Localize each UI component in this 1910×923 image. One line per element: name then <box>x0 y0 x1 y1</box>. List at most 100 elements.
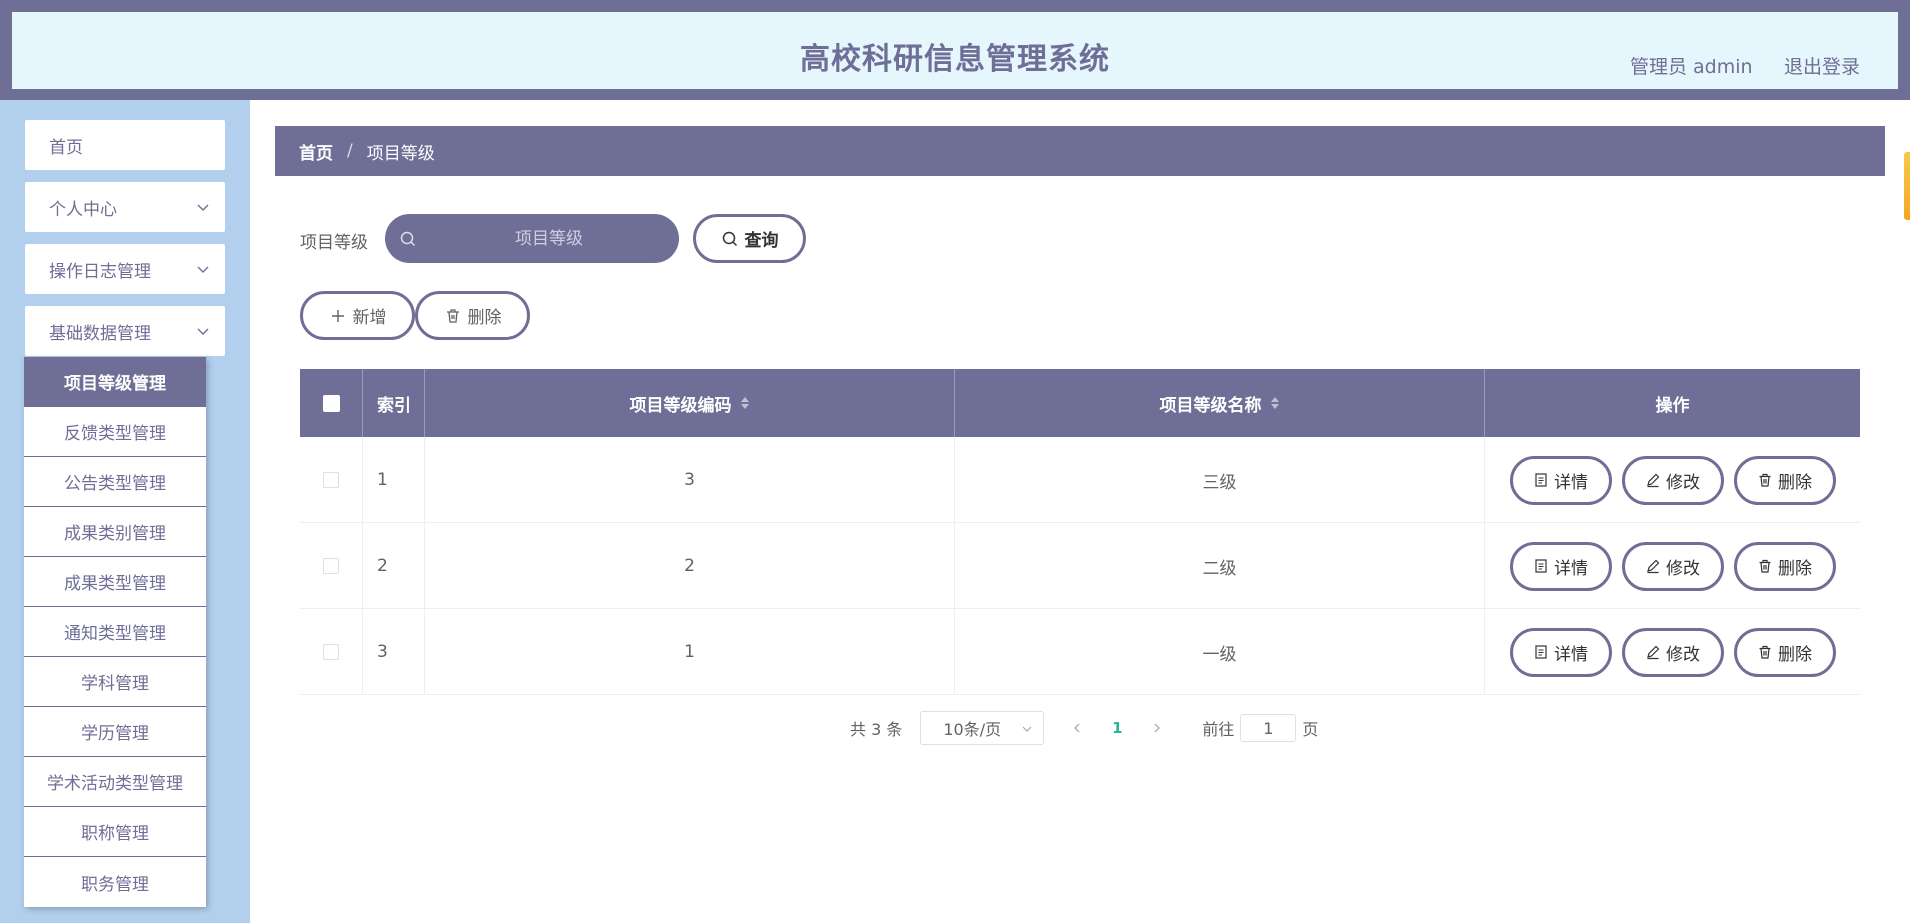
table-row: 2 2 二级 详情 修改 删除 <box>300 523 1860 609</box>
sidebar-item-label: 首页 <box>49 137 83 158</box>
cell-index: 3 <box>363 609 425 695</box>
document-icon <box>1535 559 1547 573</box>
breadcrumb-current: 项目等级 <box>366 143 435 164</box>
prev-page-button[interactable] <box>1062 713 1092 743</box>
page-size-select[interactable]: 10条/页 <box>920 711 1045 745</box>
row-checkbox[interactable] <box>323 472 339 488</box>
page-suffix: 页 <box>1302 720 1319 739</box>
detail-button-label: 详情 <box>1554 644 1588 665</box>
document-icon <box>1535 473 1547 487</box>
submenu-item-notice-type[interactable]: 公告类型管理 <box>24 457 206 507</box>
header-code[interactable]: 项目等级编码 <box>425 369 955 437</box>
trash-icon <box>1759 559 1771 573</box>
sidebar-item-home[interactable]: 首页 <box>25 120 225 170</box>
edit-button[interactable]: 修改 <box>1621 455 1724 505</box>
delete-button-label: 删除 <box>1778 472 1812 493</box>
add-button[interactable]: 新增 <box>300 291 415 340</box>
edit-button[interactable]: 修改 <box>1621 541 1724 591</box>
header-select-all-cell <box>300 369 363 437</box>
sidebar-item-label: 基础数据管理 <box>49 323 151 344</box>
chevron-down-icon <box>197 204 209 211</box>
sidebar-item-operation-log[interactable]: 操作日志管理 <box>25 244 225 294</box>
search-input[interactable] <box>429 214 669 263</box>
trash-icon <box>446 308 459 323</box>
header-name-label: 项目等级名称 <box>1159 395 1262 416</box>
delete-button[interactable]: 删除 <box>1733 541 1836 591</box>
submenu-item-feedback-type[interactable]: 反馈类型管理 <box>24 407 206 457</box>
delete-button-label: 删除 <box>1778 644 1812 665</box>
sidebar-item-personal-center[interactable]: 个人中心 <box>25 182 225 232</box>
submenu-item-achievement-category[interactable]: 成果类别管理 <box>24 507 206 557</box>
search-field[interactable] <box>385 214 679 263</box>
page-number-current[interactable]: 1 <box>1102 713 1132 743</box>
chevron-left-icon <box>1074 723 1080 733</box>
submenu-item-notification-type[interactable]: 通知类型管理 <box>24 607 206 657</box>
table-row: 1 3 三级 详情 修改 删除 <box>300 437 1860 523</box>
cell-code: 1 <box>425 609 955 695</box>
detail-button[interactable]: 详情 <box>1509 541 1612 591</box>
cell-code: 3 <box>425 437 955 523</box>
delete-button[interactable]: 删除 <box>1733 627 1836 677</box>
breadcrumb: 首页 / 项目等级 <box>275 126 1885 176</box>
edit-button-label: 修改 <box>1666 558 1700 579</box>
scroll-indicator[interactable] <box>1904 152 1910 220</box>
row-checkbox[interactable] <box>323 644 339 660</box>
edit-icon <box>1647 645 1660 660</box>
detail-button[interactable]: 详情 <box>1509 627 1612 677</box>
sidebar-item-label: 操作日志管理 <box>49 261 151 282</box>
header-operations: 操作 <box>1655 395 1690 416</box>
chevron-down-icon <box>197 266 209 273</box>
edit-button-label: 修改 <box>1666 644 1700 665</box>
cell-code: 2 <box>425 523 955 609</box>
header-index: 索引 <box>363 369 425 437</box>
delete-button[interactable]: 删除 <box>1733 455 1836 505</box>
goto-page-input[interactable] <box>1240 714 1297 742</box>
top-header: 高校科研信息管理系统 管理员 admin 退出登录 <box>0 0 1910 100</box>
submenu-item-position[interactable]: 职务管理 <box>24 857 206 907</box>
header-code-label: 项目等级编码 <box>629 395 732 416</box>
header-name[interactable]: 项目等级名称 <box>955 369 1485 437</box>
search-icon <box>400 231 416 247</box>
breadcrumb-home[interactable]: 首页 <box>299 139 333 164</box>
edit-icon <box>1647 559 1660 574</box>
pagination-total: 共 3 条 <box>850 720 903 739</box>
page-size-value: 10条/页 <box>943 720 1002 739</box>
submenu-item-title[interactable]: 职称管理 <box>24 807 206 857</box>
cell-name: 二级 <box>955 523 1485 609</box>
cell-operations: 详情 修改 删除 <box>1485 523 1860 609</box>
submenu-item-project-level[interactable]: 项目等级管理 <box>24 357 206 407</box>
edit-icon <box>1647 473 1660 488</box>
logout-link[interactable]: 退出登录 <box>1784 52 1860 79</box>
batch-delete-button[interactable]: 删除 <box>415 291 530 340</box>
sort-icon[interactable] <box>1270 395 1280 411</box>
select-all-checkbox[interactable] <box>322 394 340 412</box>
chevron-right-icon <box>1154 723 1161 733</box>
submenu-item-education[interactable]: 学历管理 <box>24 707 206 757</box>
breadcrumb-separator: / <box>347 141 353 161</box>
sidebar-item-basic-data[interactable]: 基础数据管理 <box>25 306 225 356</box>
cell-index: 2 <box>363 523 425 609</box>
query-button[interactable]: 查询 <box>693 214 806 263</box>
edit-button-label: 修改 <box>1666 472 1700 493</box>
detail-button-label: 详情 <box>1554 558 1588 579</box>
next-page-button[interactable] <box>1142 713 1172 743</box>
edit-button[interactable]: 修改 <box>1621 627 1724 677</box>
plus-icon <box>331 309 344 322</box>
search-icon <box>722 231 737 246</box>
submenu-item-discipline[interactable]: 学科管理 <box>24 657 206 707</box>
detail-button-label: 详情 <box>1554 472 1588 493</box>
table-row: 3 1 一级 详情 修改 删除 <box>300 609 1860 695</box>
chevron-down-icon <box>1022 726 1032 732</box>
header-panel: 高校科研信息管理系统 管理员 admin 退出登录 <box>12 12 1898 89</box>
cell-name: 三级 <box>955 437 1485 523</box>
row-checkbox[interactable] <box>323 558 339 574</box>
sort-icon[interactable] <box>740 395 750 411</box>
submenu-item-achievement-type[interactable]: 成果类型管理 <box>24 557 206 607</box>
document-icon <box>1535 645 1547 659</box>
batch-delete-button-label: 删除 <box>467 308 502 328</box>
search-label: 项目等级 <box>300 233 368 253</box>
admin-label: 管理员 admin <box>1630 56 1753 78</box>
trash-icon <box>1759 645 1771 659</box>
submenu-item-academic-activity-type[interactable]: 学术活动类型管理 <box>24 757 206 807</box>
detail-button[interactable]: 详情 <box>1509 455 1612 505</box>
